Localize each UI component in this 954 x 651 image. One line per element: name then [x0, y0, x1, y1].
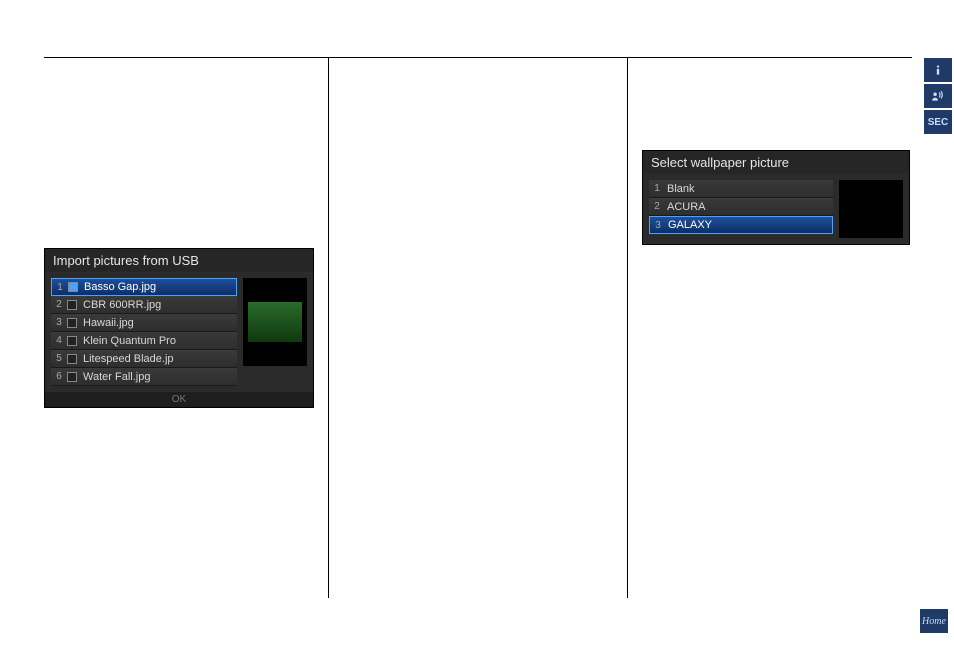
row-checkbox[interactable] [67, 372, 77, 382]
row-label: Litespeed Blade.jp [81, 353, 237, 365]
row-number: 2 [649, 201, 665, 212]
import-list-row[interactable]: 5 Litespeed Blade.jp [51, 350, 237, 368]
row-checkbox[interactable] [68, 282, 78, 292]
row-label: GALAXY [666, 219, 832, 231]
import-list-row[interactable]: 1 Basso Gap.jpg [51, 278, 237, 296]
wallpaper-list-row[interactable]: 1Blank [649, 180, 833, 198]
row-number: 1 [52, 282, 68, 293]
thumbnail-image [844, 189, 898, 229]
screen-wallpaper-title: Select wallpaper picture [643, 151, 909, 174]
screen-import-title: Import pictures from USB [45, 249, 313, 272]
home-label: Home [922, 616, 946, 627]
row-number: 2 [51, 299, 67, 310]
row-number: 6 [51, 371, 67, 382]
row-label: CBR 600RR.jpg [81, 299, 237, 311]
column-middle [329, 58, 627, 598]
info-icon [931, 63, 945, 77]
sec-label: SEC [928, 117, 949, 128]
row-checkbox[interactable] [67, 354, 77, 364]
thumbnail-image [248, 302, 302, 342]
row-label: Klein Quantum Pro [81, 335, 237, 347]
row-label: Hawaii.jpg [81, 317, 237, 329]
column-right: Select wallpaper picture 1Blank2ACURA3GA… [628, 58, 912, 598]
row-number: 4 [51, 335, 67, 346]
import-list-row[interactable]: 2 CBR 600RR.jpg [51, 296, 237, 314]
sidebar-sec-button[interactable]: SEC [924, 110, 952, 134]
import-footer-ok: OK [45, 392, 313, 407]
import-list-row[interactable]: 3 Hawaii.jpg [51, 314, 237, 332]
row-checkbox[interactable] [67, 318, 77, 328]
row-label: Water Fall.jpg [81, 371, 237, 383]
row-number: 5 [51, 353, 67, 364]
wallpaper-list-row[interactable]: 3GALAXY [649, 216, 833, 234]
row-label: Basso Gap.jpg [82, 281, 236, 293]
voice-icon [931, 89, 945, 103]
import-list: 1 Basso Gap.jpg 2 CBR 600RR.jpg 3 Hawaii.jpg 4… [51, 278, 237, 386]
wallpaper-list-row[interactable]: 2ACURA [649, 198, 833, 216]
sidebar: SEC [924, 58, 952, 134]
row-number: 1 [649, 183, 665, 194]
row-label: Blank [665, 183, 833, 195]
column-left: Import pictures from USB 1 Basso Gap.jpg 2… [44, 58, 328, 598]
wallpaper-list: 1Blank2ACURA3GALAXY [649, 180, 833, 238]
row-checkbox[interactable] [67, 336, 77, 346]
row-checkbox[interactable] [67, 300, 77, 310]
wallpaper-thumbnail [839, 180, 903, 238]
import-thumbnail [243, 278, 307, 366]
screen-import-usb: Import pictures from USB 1 Basso Gap.jpg 2… [44, 248, 314, 408]
home-button[interactable]: Home [920, 609, 948, 633]
sidebar-voice-button[interactable] [924, 84, 952, 108]
import-list-row[interactable]: 4 Klein Quantum Pro [51, 332, 237, 350]
row-number: 3 [51, 317, 67, 328]
import-list-row[interactable]: 6 Water Fall.jpg [51, 368, 237, 386]
screen-select-wallpaper: Select wallpaper picture 1Blank2ACURA3GA… [642, 150, 910, 245]
sidebar-info-button[interactable] [924, 58, 952, 82]
row-number: 3 [650, 220, 666, 231]
row-label: ACURA [665, 201, 833, 213]
